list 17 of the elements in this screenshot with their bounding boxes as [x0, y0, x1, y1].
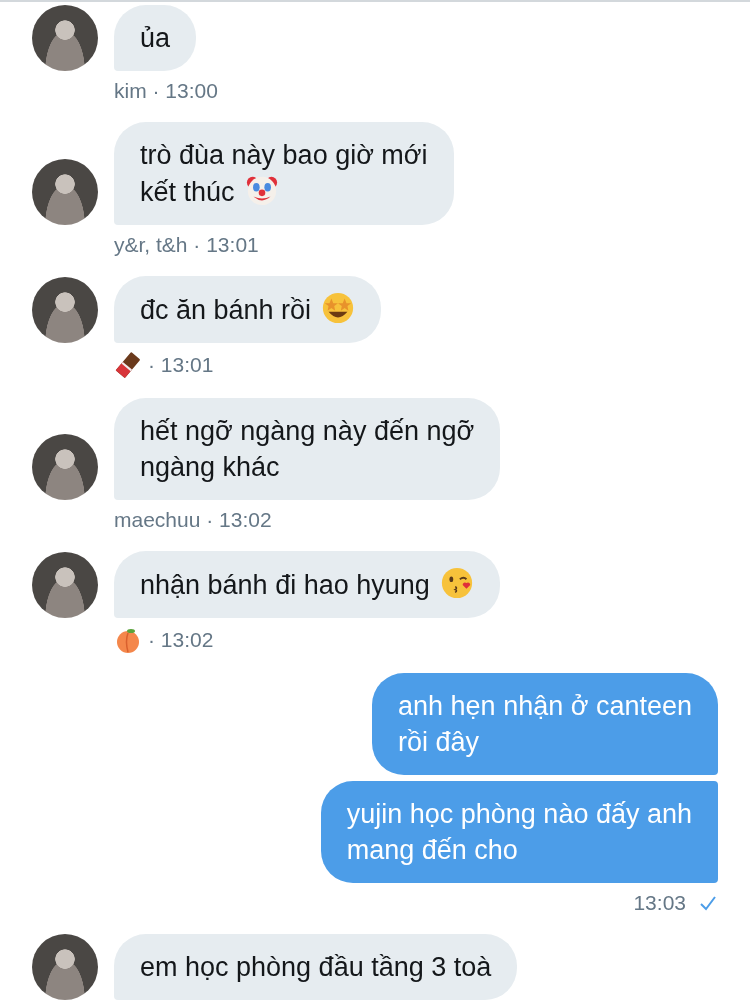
message-bubble: đc ăn bánh rồi — [114, 276, 382, 343]
message-bubble: em học phòng đầu tầng 3 toà — [114, 934, 518, 1000]
message-bubble: hết ngỡ ngàng này đến ngỡ ngàng khác — [114, 398, 501, 500]
message-timestamp: 13:03 — [633, 891, 686, 915]
star-eyes-face-icon — [321, 291, 356, 325]
message-bubble: trò đùa này bao giờ mới kết thúc — [114, 122, 454, 225]
message-timestamp: y&r, t&h · 13:01 — [114, 233, 259, 257]
message-timestamp: · 13:02 — [148, 628, 214, 652]
kissing-face-icon — [439, 566, 474, 600]
message-timestamp: kim · 13:00 — [114, 79, 218, 103]
message-timestamp: · 13:01 — [148, 353, 214, 377]
message-bubble: nhận bánh đi hao hyung — [114, 551, 500, 618]
message-bubble: anh hẹn nhận ở canteen rồi đây — [372, 673, 718, 775]
peach-icon — [114, 626, 142, 654]
message-bubble: ủa — [114, 5, 197, 71]
message-bubble: yujin học phòng nào đấy anh mang đến cho — [320, 781, 718, 883]
message-timestamp: maechuu · 13:02 — [114, 508, 272, 532]
